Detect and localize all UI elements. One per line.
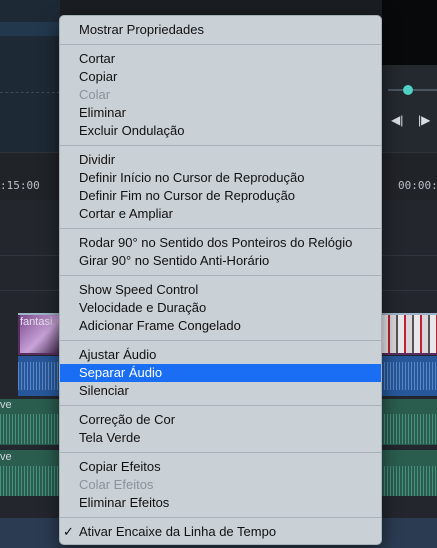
- menu-item-eliminar-efeitos[interactable]: Eliminar Efeitos: [60, 494, 381, 512]
- menu-item-adicionar-frame-congelado[interactable]: Adicionar Frame Congelado: [60, 317, 381, 335]
- menu-item-velocidade-e-duracao[interactable]: Velocidade e Duração: [60, 299, 381, 317]
- menu-item-rodar-90-no-sentido-dos-ponteiros-do-relogio[interactable]: Rodar 90° no Sentido dos Ponteiros do Re…: [60, 234, 381, 252]
- menu-separator: [60, 275, 381, 276]
- ruler-time-label: 00:00:4: [398, 179, 437, 192]
- menu-separator: [60, 145, 381, 146]
- menu-item-label: Silenciar: [79, 383, 129, 398]
- media-panel-divider: [0, 92, 60, 93]
- menu-item-label: Copiar: [79, 69, 118, 84]
- menu-item-cortar[interactable]: Cortar: [60, 50, 381, 68]
- clip-name: fantasi: [20, 316, 53, 328]
- player-controls: [382, 65, 437, 152]
- next-frame-icon[interactable]: |▶: [418, 113, 430, 127]
- menu-item-label: Mostrar Propriedades: [79, 22, 204, 37]
- menu-item-label: Colar Efeitos: [79, 477, 154, 492]
- media-panel-strip: [0, 22, 60, 36]
- menu-item-label: Adicionar Frame Congelado: [79, 318, 241, 333]
- menu-item-label: Ajustar Áudio: [79, 347, 157, 362]
- playback-scrubber-handle[interactable]: [403, 85, 413, 95]
- menu-item-colar: Colar: [60, 86, 381, 104]
- menu-item-label: Ativar Encaixe da Linha de Tempo: [79, 524, 277, 539]
- menu-item-silenciar[interactable]: Silenciar: [60, 382, 381, 400]
- media-panel: [0, 0, 60, 152]
- menu-item-label: Eliminar Efeitos: [79, 495, 170, 510]
- menu-item-label: Definir Início no Cursor de Reprodução: [79, 170, 305, 185]
- menu-item-correcao-de-cor[interactable]: Correção de Cor: [60, 411, 381, 429]
- menu-item-label: Definir Fim no Cursor de Reprodução: [79, 188, 296, 203]
- menu-item-excluir-ondulacao[interactable]: Excluir Ondulação: [60, 122, 381, 140]
- menu-item-ativar-encaixe-da-linha-de-tempo[interactable]: ✓ Ativar Encaixe da Linha de Tempo: [60, 523, 381, 541]
- menu-item-label: Cortar e Ampliar: [79, 206, 173, 221]
- menu-item-label: Rodar 90° no Sentido dos Ponteiros do Re…: [79, 235, 353, 250]
- menu-item-eliminar[interactable]: Eliminar: [60, 104, 381, 122]
- menu-item-show-speed-control[interactable]: Show Speed Control: [60, 281, 381, 299]
- menu-separator: [60, 517, 381, 518]
- menu-item-label: Tela Verde: [79, 430, 141, 445]
- track-label: ve: [0, 451, 12, 463]
- context-menu: Mostrar Propriedades Cortar Copiar Colar Eli…: [59, 15, 382, 545]
- preview-window: [382, 0, 437, 65]
- menu-item-copiar[interactable]: Copiar: [60, 68, 381, 86]
- menu-item-label: Velocidade e Duração: [79, 300, 207, 315]
- menu-item-separar-audio[interactable]: Separar Áudio: [60, 364, 381, 382]
- menu-item-cortar-e-ampliar[interactable]: Cortar e Ampliar: [60, 205, 381, 223]
- menu-item-colar-efeitos: Colar Efeitos: [60, 476, 381, 494]
- menu-item-label: Colar: [79, 87, 111, 102]
- menu-item-definir-fim-no-cursor-de-reproducao[interactable]: Definir Fim no Cursor de Reprodução: [60, 187, 381, 205]
- menu-item-label: Eliminar: [79, 105, 126, 120]
- menu-item-label: Dividir: [79, 152, 116, 167]
- menu-item-ajustar-audio[interactable]: Ajustar Áudio: [60, 346, 381, 364]
- menu-item-label: Excluir Ondulação: [79, 123, 185, 138]
- menu-item-girar-90-no-sentido-anti-horario[interactable]: Girar 90° no Sentido Anti-Horário: [60, 252, 381, 270]
- menu-item-dividir[interactable]: Dividir: [60, 151, 381, 169]
- menu-separator: [60, 44, 381, 45]
- menu-item-label: Show Speed Control: [79, 282, 199, 297]
- previous-frame-icon[interactable]: ◀|: [391, 113, 403, 127]
- menu-item-label: Cortar: [79, 51, 116, 66]
- menu-separator: [60, 340, 381, 341]
- menu-item-definir-inicio-no-cursor-de-reproducao[interactable]: Definir Início no Cursor de Reprodução: [60, 169, 381, 187]
- track-label: ve: [0, 399, 12, 411]
- menu-item-copiar-efeitos[interactable]: Copiar Efeitos: [60, 458, 381, 476]
- menu-separator: [60, 452, 381, 453]
- menu-separator: [60, 228, 381, 229]
- clip-thumbnail: [382, 315, 437, 353]
- menu-separator: [60, 405, 381, 406]
- menu-item-label: Correção de Cor: [79, 412, 176, 427]
- menu-item-label: Separar Áudio: [79, 365, 163, 380]
- ruler-time-label: :15:00: [0, 179, 40, 192]
- menu-item-label: Girar 90° no Sentido Anti-Horário: [79, 253, 270, 268]
- menu-item-tela-verde[interactable]: Tela Verde: [60, 429, 381, 447]
- checkmark-icon: ✓: [63, 524, 74, 539]
- menu-item-label: Copiar Efeitos: [79, 459, 161, 474]
- menu-item-mostrar-propriedades[interactable]: Mostrar Propriedades: [60, 21, 381, 39]
